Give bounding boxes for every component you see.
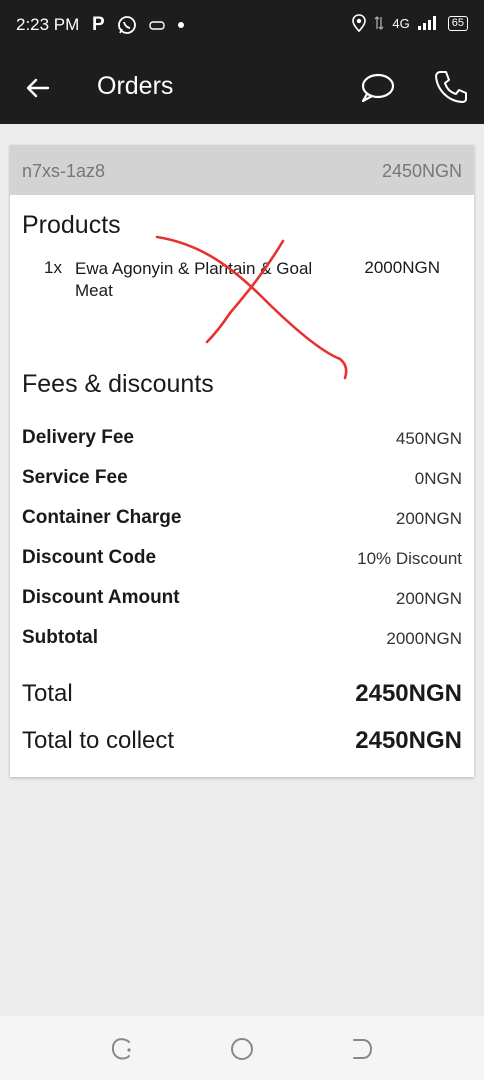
fee-label: Container Charge <box>22 507 182 528</box>
fee-row-service: Service Fee 0NGN <box>22 467 462 491</box>
fee-value: 200NGN <box>395 589 462 608</box>
fee-label: Discount Amount <box>22 587 180 608</box>
total-to-collect-label: Total to collect <box>22 727 175 754</box>
status-system-icons: 4G 65 <box>352 14 468 32</box>
chat-bubble-icon[interactable] <box>358 70 396 106</box>
back-nav-icon[interactable] <box>349 1036 375 1062</box>
fee-label: Service Fee <box>22 467 128 488</box>
page-title: Orders <box>97 72 174 100</box>
order-card: n7xs-1az8 2450NGN Products 1x Ewa Agonyi… <box>10 145 474 777</box>
fee-row-delivery: Delivery Fee 450NGN <box>22 427 462 451</box>
fee-value: 200NGN <box>395 509 462 528</box>
order-id: n7xs-1az8 <box>22 161 106 181</box>
notification-dot-icon <box>177 22 184 28</box>
recent-apps-icon[interactable] <box>109 1036 135 1062</box>
product-name: Ewa Agonyin & Plantain & Goal Meat <box>75 259 313 300</box>
fee-value: 10% Discount <box>357 549 462 568</box>
fee-row-subtotal: Subtotal 2000NGN <box>22 627 462 651</box>
fee-value: 450NGN <box>395 429 462 448</box>
game-controller-icon <box>148 21 165 30</box>
product-price: 2000NGN <box>364 258 440 277</box>
fee-label: Delivery Fee <box>22 427 134 448</box>
fee-label: Subtotal <box>22 627 98 648</box>
phone-icon[interactable] <box>432 68 470 106</box>
fee-row-discount-amount: Discount Amount 200NGN <box>22 587 462 611</box>
order-header-total: 2450NGN <box>381 161 462 181</box>
red-cross-annotation <box>155 235 348 380</box>
products-heading: Products <box>22 211 121 239</box>
fee-row-container: Container Charge 200NGN <box>22 507 462 531</box>
home-icon[interactable] <box>229 1036 255 1062</box>
location-pin-icon <box>352 14 367 32</box>
fee-value: 0NGN <box>414 469 462 488</box>
status-notification-icons: P <box>92 14 185 36</box>
fee-value: 2000NGN <box>386 629 462 648</box>
status-time: 2:23 PM <box>16 15 80 34</box>
p-app-icon: P <box>92 14 105 35</box>
back-arrow-icon[interactable] <box>22 72 54 104</box>
product-quantity: 1x <box>44 258 62 277</box>
system-nav-bar <box>0 1016 484 1080</box>
signal-icon <box>417 16 436 30</box>
total-row: Total 2450NGN <box>22 680 462 712</box>
status-bar: 2:23 PM P 4G 65 <box>0 0 484 50</box>
battery-icon: 65 <box>447 15 468 31</box>
total-to-collect-row: Total to collect 2450NGN <box>22 727 462 759</box>
app-bar: Orders <box>0 50 484 124</box>
network-type-label: 4G <box>392 15 410 31</box>
data-transfer-icon <box>374 16 384 30</box>
total-to-collect-value: 2450NGN <box>355 727 462 754</box>
fees-heading: Fees & discounts <box>22 370 214 398</box>
whatsapp-icon <box>117 16 136 34</box>
fee-row-discount-code: Discount Code 10% Discount <box>22 547 462 571</box>
total-label: Total <box>22 680 73 707</box>
fee-label: Discount Code <box>22 547 157 568</box>
total-value: 2450NGN <box>355 680 462 707</box>
order-card-header[interactable]: n7xs-1az8 2450NGN <box>10 145 474 195</box>
